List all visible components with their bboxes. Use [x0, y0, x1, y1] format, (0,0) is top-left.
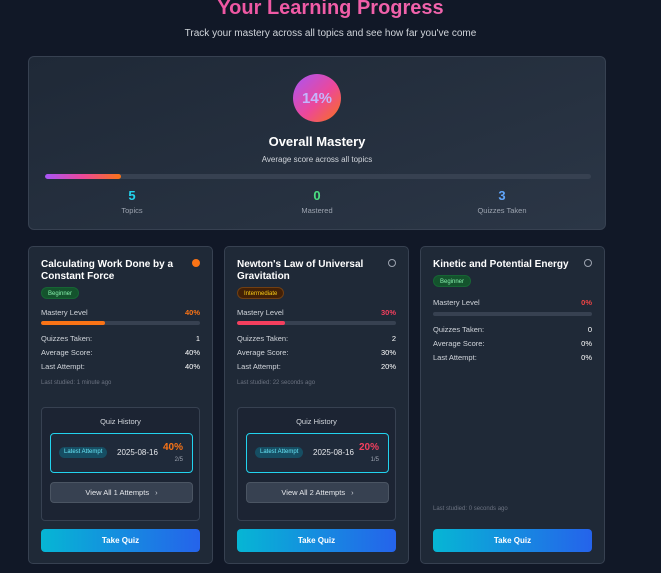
take-quiz-button[interactable]: Take Quiz: [41, 529, 200, 552]
overall-mastery-panel: 14% Overall Mastery Average score across…: [28, 56, 606, 230]
overall-progress-fill: [45, 174, 122, 179]
mastery-level-row: Mastery Level 0%: [433, 298, 592, 307]
topic-title: Kinetic and Potential Energy: [433, 259, 569, 270]
mastery-level-label: Mastery Level: [433, 298, 480, 307]
stat-quizzes-taken: 3 Quizzes Taken: [422, 188, 582, 215]
average-score-row: Average Score: 40%: [41, 348, 200, 357]
attempt-score: 20%: [358, 442, 379, 453]
average-score-row: Average Score: 0%: [433, 339, 592, 348]
last-attempt-row: Last Attempt: 40%: [41, 362, 200, 371]
quiz-history-panel: Quiz History Latest Attempt 2025-08-16 4…: [41, 407, 200, 521]
attempt-date: 2025-08-16: [313, 448, 354, 457]
stat-quizzes-taken-value: 3: [498, 188, 506, 203]
mastery-level-row: Mastery Level 40%: [41, 308, 200, 317]
difficulty-badge: Intermediate: [237, 287, 285, 299]
stat-quizzes-taken-label: Quizzes Taken: [477, 206, 527, 215]
status-indicator-icon: [388, 259, 396, 267]
average-score-label: Average Score:: [433, 339, 485, 348]
stat-mastered-value: 0: [313, 188, 321, 203]
topic-title: Calculating Work Done by a Constant Forc…: [41, 259, 174, 282]
quizzes-taken-row: Quizzes Taken: 1: [41, 334, 200, 343]
take-quiz-button[interactable]: Take Quiz: [433, 529, 592, 552]
take-quiz-button[interactable]: Take Quiz: [237, 529, 396, 552]
mastery-level-label: Mastery Level: [41, 308, 88, 317]
last-attempt-row: Last Attempt: 20%: [237, 362, 396, 371]
latest-attempt-item[interactable]: Latest Attempt 2025-08-16 40% 2/5: [50, 433, 193, 473]
topic-title: Newton's Law of Universal Gravitation: [237, 259, 364, 282]
view-all-attempts-label: View All 1 Attempts: [85, 488, 150, 497]
overall-percent-circle: 14%: [293, 74, 341, 122]
overall-mastery-title: Overall Mastery: [268, 134, 366, 149]
last-attempt-label: Last Attempt:: [433, 353, 477, 362]
mastery-level-value: 30%: [380, 308, 396, 317]
attempt-date: 2025-08-16: [117, 448, 158, 457]
quizzes-taken-label: Quizzes Taken:: [41, 334, 93, 343]
average-score-value: 0%: [581, 339, 592, 348]
latest-attempt-tag: Latest Attempt: [255, 447, 304, 458]
topic-card-kinetic-potential-energy: Kinetic and Potential Energy Beginner Ma…: [420, 246, 605, 564]
quizzes-taken-value: 2: [391, 334, 396, 343]
status-indicator-icon: [584, 259, 592, 267]
mastery-progress-fill: [237, 321, 285, 325]
quizzes-taken-row: Quizzes Taken: 2: [237, 334, 396, 343]
topic-card-universal-gravitation: Newton's Law of Universal Gravitation In…: [224, 246, 409, 564]
stat-topics-label: Topics: [121, 206, 143, 215]
mastery-progress-bar: [237, 321, 396, 325]
quizzes-taken-value: 0: [587, 325, 592, 334]
last-studied: Last studied: 1 minute ago: [41, 380, 112, 386]
stat-topics-value: 5: [128, 188, 136, 203]
chevron-right-icon: ›: [155, 488, 158, 497]
average-score-value: 40%: [184, 348, 200, 357]
difficulty-badge: Beginner: [433, 275, 472, 287]
mastery-level-row: Mastery Level 30%: [237, 308, 396, 317]
overall-progress-bar: [45, 174, 591, 179]
mastery-progress-bar: [433, 312, 592, 316]
last-studied: Last studied: 22 seconds ago: [237, 380, 316, 386]
average-score-row: Average Score: 30%: [237, 348, 396, 357]
page-subtitle: Track your mastery across all topics and…: [184, 28, 477, 39]
mastery-progress-fill: [41, 321, 105, 325]
quiz-history-title: Quiz History: [296, 417, 337, 426]
mastery-level-label: Mastery Level: [237, 308, 284, 317]
view-all-attempts-button[interactable]: View All 1 Attempts ›: [50, 482, 193, 503]
average-score-label: Average Score:: [41, 348, 93, 357]
attempt-score: 40%: [162, 442, 183, 453]
quizzes-taken-row: Quizzes Taken: 0: [433, 325, 592, 334]
last-attempt-value: 20%: [380, 362, 396, 371]
last-attempt-value: 40%: [184, 362, 200, 371]
stat-mastered: 0 Mastered: [237, 188, 397, 215]
quizzes-taken-value: 1: [195, 334, 200, 343]
quiz-history-title: Quiz History: [100, 417, 141, 426]
view-all-attempts-label: View All 2 Attempts: [281, 488, 346, 497]
quiz-history-panel: Quiz History Latest Attempt 2025-08-16 2…: [237, 407, 396, 521]
average-score-label: Average Score:: [237, 348, 289, 357]
stat-mastered-label: Mastered: [301, 206, 333, 215]
difficulty-badge: Beginner: [41, 287, 80, 299]
stat-topics: 5 Topics: [52, 188, 212, 215]
average-score-value: 30%: [380, 348, 396, 357]
attempt-fraction: 2/5: [174, 457, 183, 463]
overall-percent-value: 14%: [301, 89, 333, 107]
quizzes-taken-label: Quizzes Taken:: [433, 325, 485, 334]
chevron-right-icon: ›: [351, 488, 354, 497]
topic-card-work-done: Calculating Work Done by a Constant Forc…: [28, 246, 213, 564]
mastery-level-value: 40%: [184, 308, 200, 317]
status-indicator-icon: [192, 259, 200, 267]
last-attempt-label: Last Attempt:: [41, 362, 85, 371]
last-attempt-value: 0%: [581, 353, 592, 362]
page-title: Your Learning Progress: [0, 0, 661, 20]
mastery-level-value: 0%: [581, 298, 592, 307]
last-attempt-label: Last Attempt:: [237, 362, 281, 371]
quizzes-taken-label: Quizzes Taken:: [237, 334, 289, 343]
view-all-attempts-button[interactable]: View All 2 Attempts ›: [246, 482, 389, 503]
attempt-fraction: 1/5: [370, 457, 379, 463]
latest-attempt-tag: Latest Attempt: [59, 447, 108, 458]
latest-attempt-item[interactable]: Latest Attempt 2025-08-16 20% 1/5: [246, 433, 389, 473]
overall-mastery-subtitle: Average score across all topics: [261, 155, 373, 164]
last-attempt-row: Last Attempt: 0%: [433, 353, 592, 362]
mastery-progress-bar: [41, 321, 200, 325]
last-studied: Last studied: 0 seconds ago: [433, 506, 508, 512]
